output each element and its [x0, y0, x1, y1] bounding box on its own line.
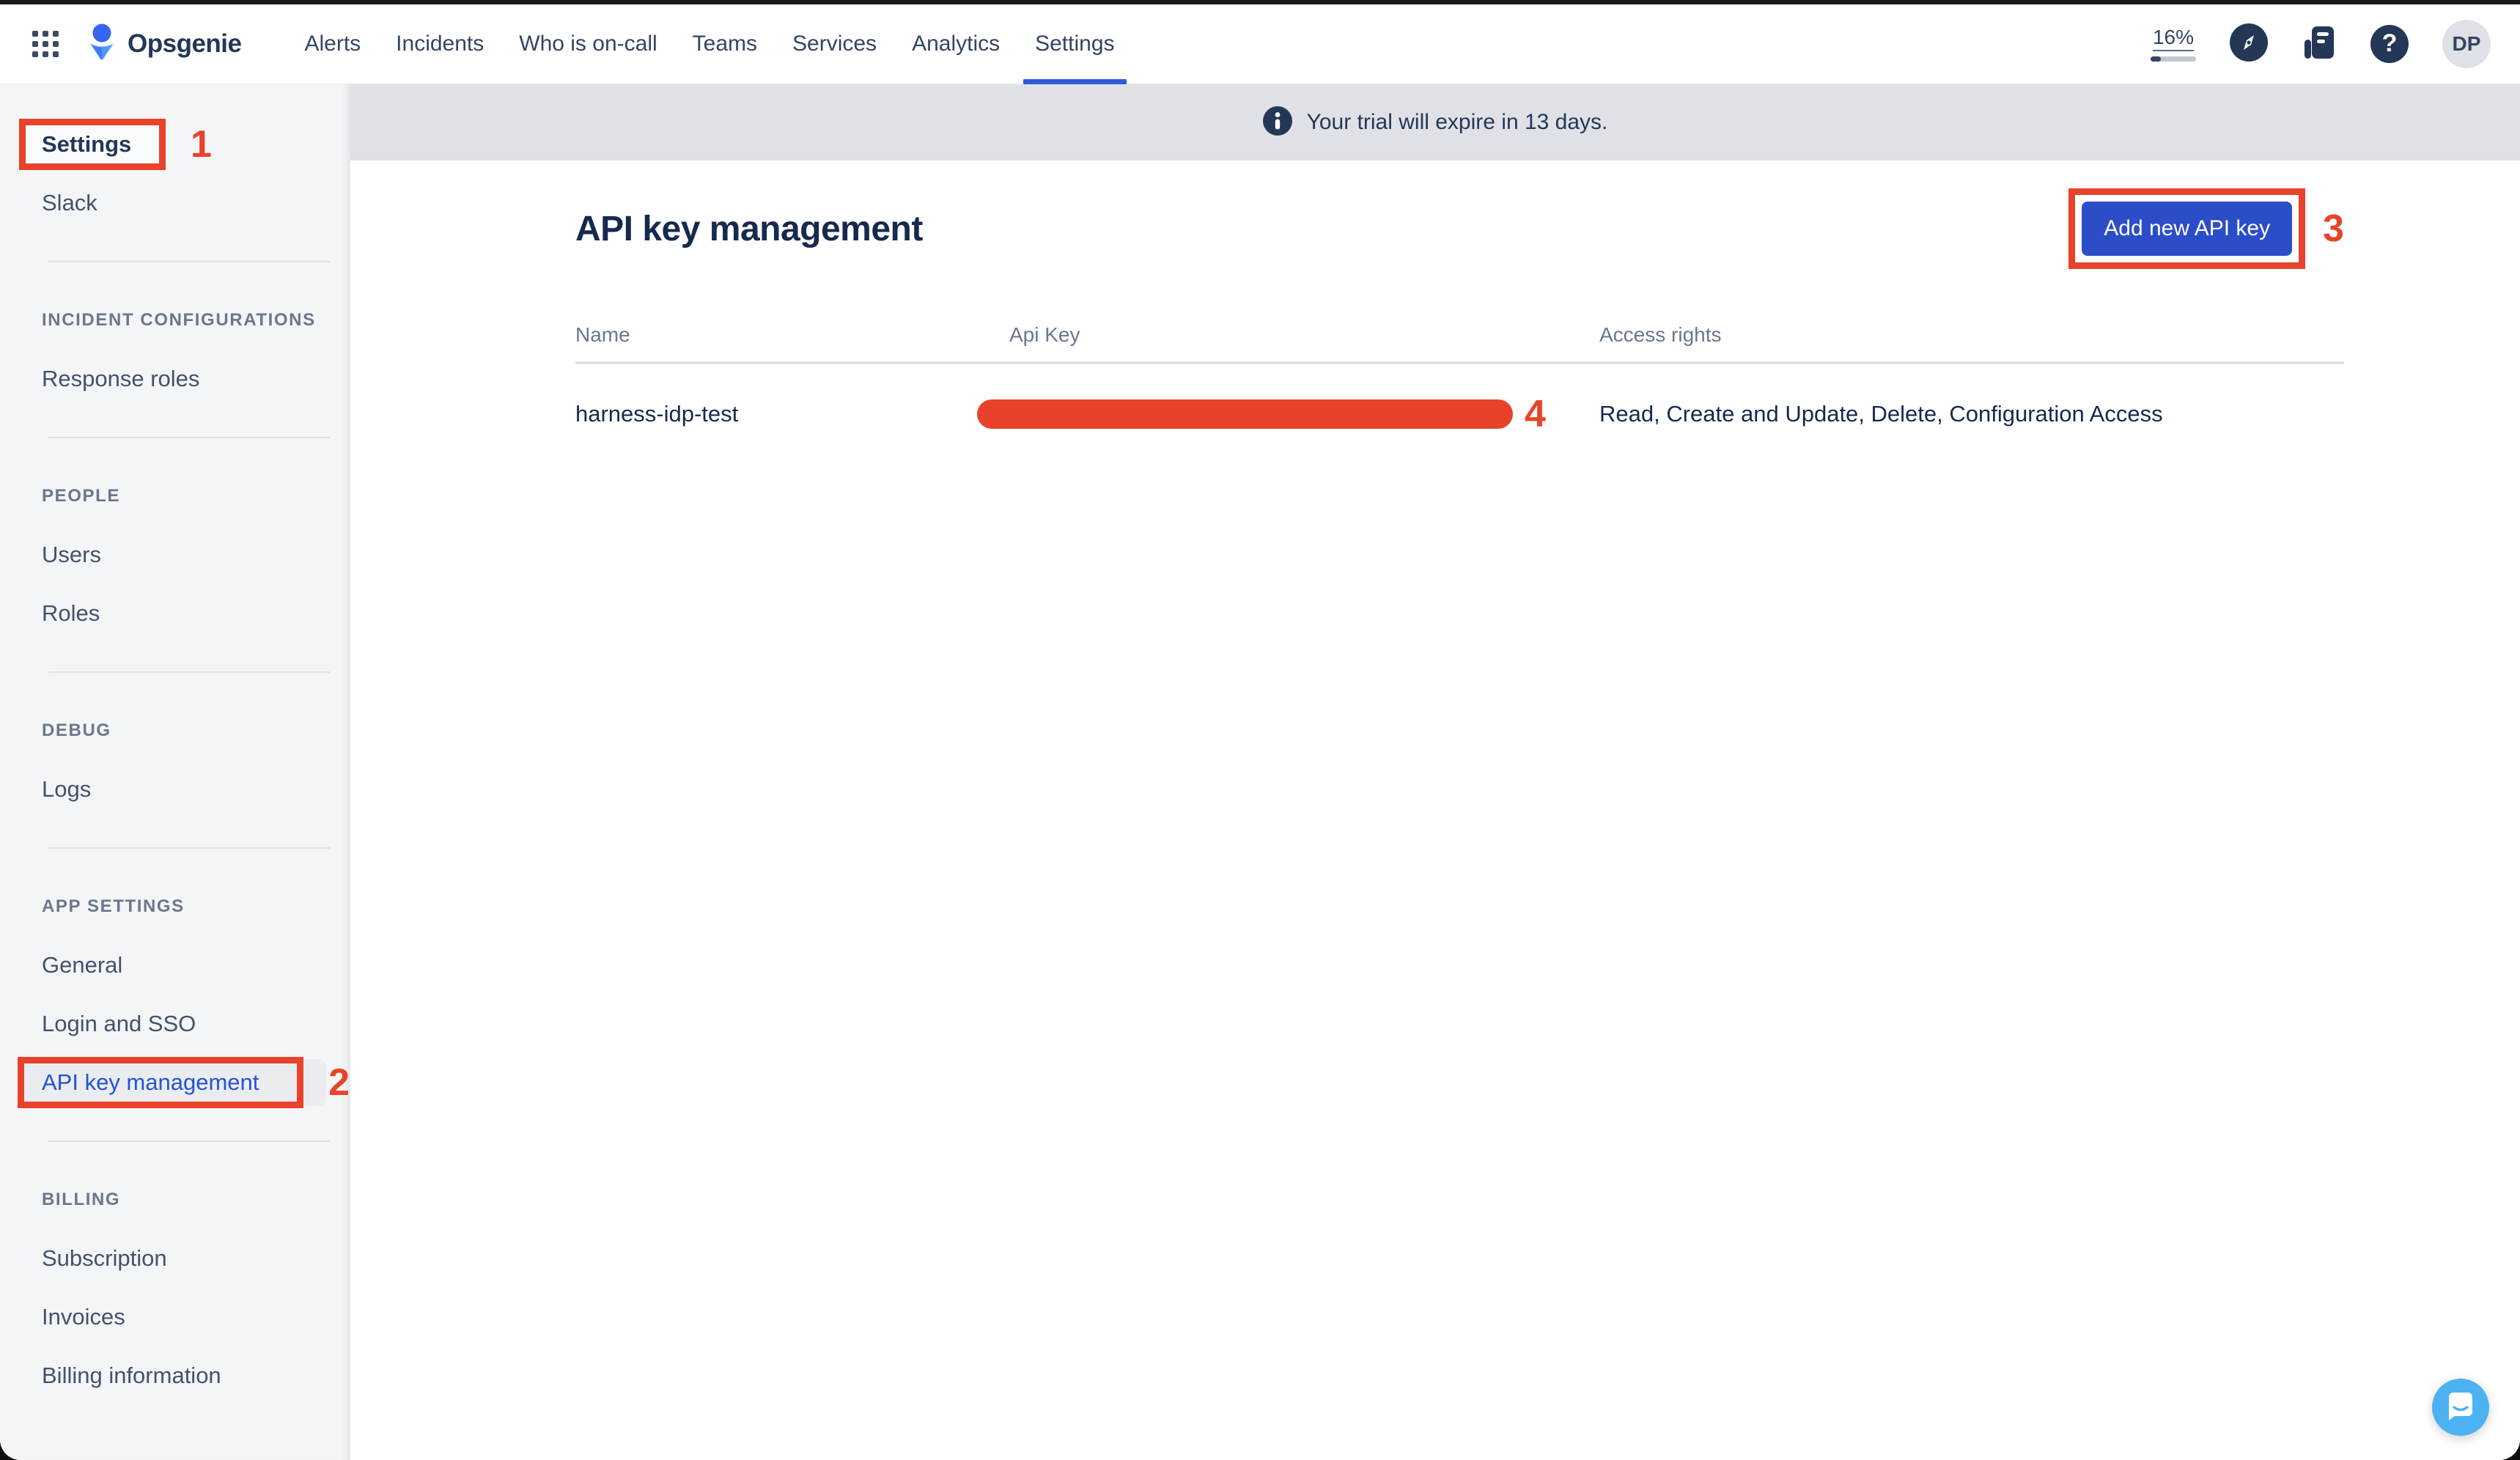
column-header-access-rights: Access rights — [1599, 323, 2344, 347]
sidebar-section-billing: BILLING — [0, 1190, 120, 1210]
sidebar-section-debug: DEBUG — [0, 720, 111, 741]
trial-usage-percent: 16% — [2153, 26, 2194, 52]
sidebar-section-people: PEOPLE — [0, 486, 120, 506]
avatar-initials: DP — [2453, 32, 2481, 56]
column-header-name: Name — [575, 323, 977, 347]
opsgenie-logo[interactable]: Opsgenie — [86, 23, 241, 65]
help-icon[interactable]: ? — [2370, 25, 2409, 63]
table-header-row: Name Api Key Access rights — [575, 323, 2344, 364]
sidebar-item-users[interactable]: Users — [0, 542, 101, 568]
opsgenie-logo-icon — [86, 23, 117, 65]
nav-tab-settings[interactable]: Settings — [1017, 4, 1132, 84]
api-key-value-cell: 4 — [977, 395, 1599, 433]
sidebar-item-logs[interactable]: Logs — [0, 776, 91, 803]
navbar-right-cluster: 16% ? — [2151, 20, 2491, 68]
sidebar-section-app-settings: APP SETTINGS — [0, 896, 185, 917]
add-new-api-key-button[interactable]: Add new API key — [2082, 202, 2292, 256]
trial-expiry-text: Your trial will expire in 13 days. — [1307, 110, 1608, 135]
opsgenie-app-window: Opsgenie Alerts Incidents Who is on-call… — [0, 0, 2520, 1460]
page-content: API key management Add new API key 3 Nam… — [350, 161, 2520, 433]
user-avatar[interactable]: DP — [2442, 20, 2491, 68]
annotation-box-3-add-button: Add new API key — [2068, 188, 2305, 269]
settings-sidebar: Settings 1 Slack INCIDENT CONFIGURATIONS… — [0, 84, 350, 1460]
page-title: API key management — [575, 209, 923, 249]
sidebar-divider — [48, 1140, 330, 1142]
primary-nav: Alerts Incidents Who is on-call Teams Se… — [287, 4, 1132, 84]
sidebar-item-roles[interactable]: Roles — [0, 600, 100, 627]
sidebar-item-general[interactable]: General — [0, 952, 122, 978]
chat-widget-button[interactable] — [2432, 1379, 2489, 1436]
sidebar-section-incident-configurations: INCIDENT CONFIGURATIONS — [0, 310, 316, 331]
api-keys-table: Name Api Key Access rights harness-idp-t… — [575, 323, 2344, 433]
access-rights-cell: Read, Create and Update, Delete, Configu… — [1599, 401, 2344, 427]
annotation-box-2-api-key-management[interactable]: API key management — [18, 1057, 303, 1108]
nav-tab-teams[interactable]: Teams — [675, 4, 775, 84]
api-key-name-cell: harness-idp-test — [575, 401, 977, 427]
table-row: harness-idp-test 4 Read, Create and Upda… — [575, 395, 2344, 433]
sidebar-item-response-roles[interactable]: Response roles — [0, 366, 199, 392]
main-area: Your trial will expire in 13 days. API k… — [350, 84, 2520, 1460]
trial-usage-indicator[interactable]: 16% — [2151, 26, 2196, 62]
annotation-number-4: 4 — [1525, 395, 1546, 433]
annotation-number-2: 2 — [328, 1063, 350, 1102]
sidebar-item-login-and-sso[interactable]: Login and SSO — [0, 1011, 196, 1037]
nav-tab-incidents[interactable]: Incidents — [378, 4, 501, 84]
sidebar-divider — [48, 261, 330, 262]
sidebar-item-invoices[interactable]: Invoices — [0, 1304, 125, 1330]
sidebar-divider — [48, 847, 330, 849]
redacted-api-key-bar — [977, 399, 1513, 429]
trial-expiry-banner: Your trial will expire in 13 days. — [350, 84, 2520, 161]
sidebar-item-subscription[interactable]: Subscription — [0, 1245, 167, 1272]
nav-tab-who-is-on-call[interactable]: Who is on-call — [501, 4, 674, 84]
sidebar-item-api-key-management[interactable]: API key management — [42, 1069, 259, 1096]
nav-tab-analytics[interactable]: Analytics — [894, 4, 1017, 84]
nav-tab-alerts[interactable]: Alerts — [287, 4, 378, 84]
annotation-box-1-settings[interactable]: Settings — [19, 119, 166, 170]
annotation-number-1: 1 — [191, 125, 212, 163]
annotation-number-3: 3 — [2323, 210, 2344, 248]
explore-compass-icon[interactable] — [2230, 23, 2268, 65]
app-switcher-icon[interactable] — [32, 31, 59, 57]
trial-usage-bar — [2151, 56, 2196, 62]
whats-new-document-icon[interactable] — [2302, 23, 2337, 65]
sidebar-item-billing-information[interactable]: Billing information — [0, 1363, 221, 1389]
nav-tab-services[interactable]: Services — [775, 4, 894, 84]
sidebar-item-settings[interactable]: Settings — [42, 131, 131, 158]
sidebar-divider — [48, 437, 330, 438]
sidebar-divider — [48, 671, 330, 673]
column-header-api-key: Api Key — [977, 323, 1599, 347]
sidebar-item-slack[interactable]: Slack — [0, 190, 97, 216]
info-icon — [1263, 106, 1292, 139]
chat-bubble-icon — [2445, 1390, 2476, 1425]
top-navbar: Opsgenie Alerts Incidents Who is on-call… — [0, 4, 2520, 84]
brand-name: Opsgenie — [128, 29, 241, 59]
